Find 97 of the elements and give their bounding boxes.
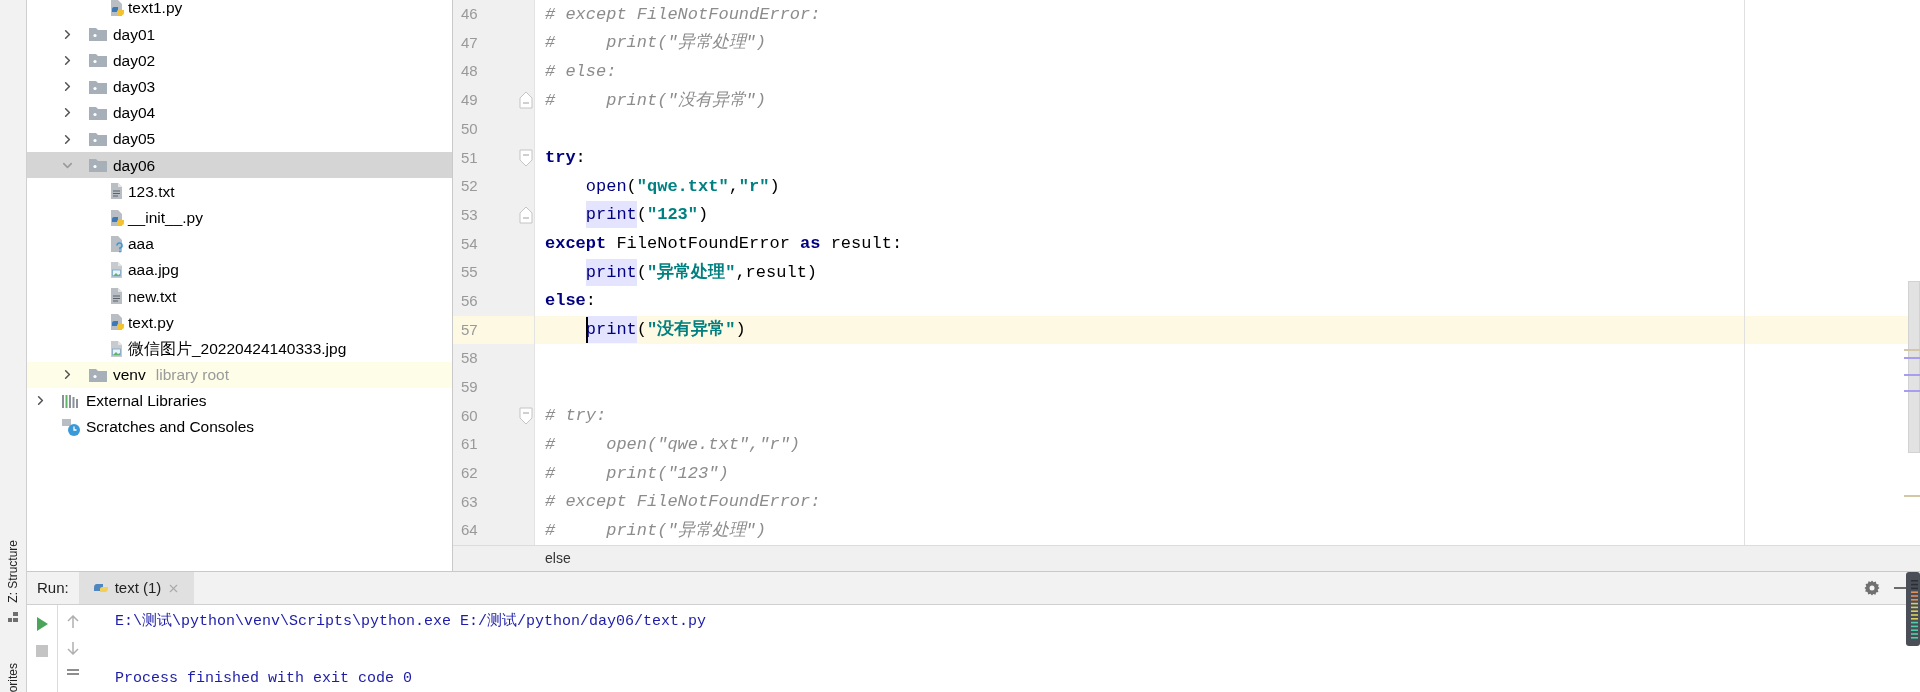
line-number: 63 — [460, 491, 479, 512]
code-line: # print("异常处理") — [545, 519, 767, 542]
line-number: 61 — [460, 434, 479, 455]
favorites-tab[interactable]: orites — [4, 662, 22, 692]
console-line: E:\测试\python\venv\Scripts\python.exe E:/测试/python/day06/text.py — [115, 611, 707, 633]
structure-icon — [7, 610, 19, 623]
folder-row[interactable]: venv library root — [27, 361, 452, 388]
file-name[interactable]: aaa — [128, 232, 154, 256]
line-number: 55 — [460, 262, 479, 283]
folder-name[interactable]: day05 — [113, 127, 156, 151]
folder-icon — [89, 105, 107, 120]
line-number: 58 — [460, 348, 479, 369]
folder-row[interactable]: day02 — [27, 47, 452, 74]
code-line: # print("异常处理") — [545, 32, 767, 55]
folder-icon — [89, 53, 107, 68]
unfold-icon[interactable] — [519, 206, 533, 225]
file-name[interactable]: new.txt — [128, 284, 177, 308]
code-line: # try: — [545, 405, 607, 428]
code-line: # open("qwe.txt","r") — [545, 433, 801, 456]
code-line: else: — [545, 290, 596, 313]
code-line: # print("没有异常") — [545, 89, 767, 112]
line-number: 57 — [460, 319, 479, 340]
text-caret — [585, 316, 588, 343]
python-file-icon — [108, 313, 124, 332]
unknown-file-icon — [108, 234, 124, 253]
folder-row[interactable]: day05 — [27, 125, 452, 153]
scratch-clock-icon — [62, 418, 80, 437]
code-line: # else: — [545, 60, 617, 83]
python-file-icon — [108, 0, 124, 18]
folder-note: library root — [155, 365, 229, 386]
image-file-icon — [108, 339, 124, 358]
file-name[interactable]: __init__.py — [128, 205, 203, 230]
line-number: 47 — [460, 32, 479, 53]
line-number: 56 — [460, 290, 479, 311]
arrow-down-icon[interactable] — [66, 641, 79, 656]
line-number: 50 — [460, 118, 479, 139]
folder-row[interactable]: day01 — [27, 21, 452, 48]
stop-icon[interactable] — [36, 645, 48, 658]
python-file-icon — [108, 208, 124, 227]
folder-icon — [89, 27, 107, 42]
folder-name[interactable]: day03 — [113, 75, 156, 99]
folder-row[interactable]: day04 — [27, 99, 452, 126]
folder-name[interactable]: day02 — [113, 48, 156, 73]
folder-icon — [89, 132, 107, 147]
folder-row[interactable]: day03 — [27, 73, 452, 100]
run-tab[interactable]: text (1) — [78, 572, 195, 605]
file-name[interactable]: 123.txt — [128, 179, 175, 204]
folder-name[interactable]: venv — [113, 363, 146, 387]
line-number: 62 — [460, 463, 479, 484]
code-line: # print("123") — [545, 462, 729, 485]
text-file-icon — [108, 287, 124, 306]
folder-name[interactable]: day01 — [113, 22, 156, 46]
code-line: except FileNotFoundError as result: — [545, 233, 903, 256]
file-name[interactable]: 微信图片_20220424140333.jpg — [128, 336, 347, 361]
minimize-icon[interactable] — [1894, 587, 1906, 590]
line-number: 48 — [460, 61, 479, 82]
file-name[interactable]: text.py — [128, 310, 174, 334]
folder-icon — [89, 158, 107, 173]
console-line: Process finished with exit code 0 — [115, 669, 414, 690]
wrap-lines-icon[interactable] — [66, 669, 79, 678]
scrollbar-thumb[interactable] — [1908, 281, 1920, 453]
line-number: 52 — [460, 176, 479, 197]
code-line: print("123") — [585, 202, 709, 228]
unfold-icon[interactable] — [519, 91, 533, 110]
code-line: print("异常处理",result) — [585, 259, 818, 286]
tree-root-label[interactable]: Scratches and Consoles — [86, 415, 254, 439]
settings-icon[interactable] — [1864, 580, 1880, 597]
code-line: try: — [545, 147, 586, 170]
folder-name[interactable]: day06 — [113, 153, 156, 177]
file-name[interactable]: aaa.jpg — [128, 258, 179, 282]
code-line: # except FileNotFoundError: — [545, 491, 821, 514]
image-file-icon — [108, 260, 124, 279]
line-number: 51 — [460, 147, 479, 168]
line-number: 46 — [460, 4, 479, 25]
line-number: 54 — [460, 233, 479, 254]
text-file-icon — [108, 182, 124, 201]
folder-icon — [89, 79, 107, 94]
code-line: # except FileNotFoundError: — [545, 3, 821, 26]
breadcrumb[interactable]: else — [545, 548, 571, 570]
structure-tab[interactable]: Z: Structure — [4, 539, 22, 603]
line-number: 53 — [460, 204, 479, 225]
folder-name[interactable]: day04 — [113, 101, 156, 125]
fold-icon[interactable] — [519, 148, 533, 167]
line-number: 60 — [460, 405, 479, 426]
arrow-up-icon[interactable] — [66, 615, 79, 630]
run-label: Run: — [36, 577, 70, 598]
folder-icon — [89, 367, 107, 382]
line-number: 49 — [460, 90, 479, 111]
library-bars-icon — [62, 393, 80, 408]
fold-icon[interactable] — [519, 406, 533, 425]
file-name[interactable]: text1.py — [128, 0, 183, 20]
code-line: open("qwe.txt","r") — [585, 175, 780, 198]
line-number: 59 — [460, 377, 479, 398]
folder-row[interactable]: day06 — [27, 152, 452, 179]
line-number: 64 — [460, 520, 479, 541]
run-icon[interactable] — [36, 617, 48, 632]
tree-root-label[interactable]: External Libraries — [86, 389, 207, 413]
